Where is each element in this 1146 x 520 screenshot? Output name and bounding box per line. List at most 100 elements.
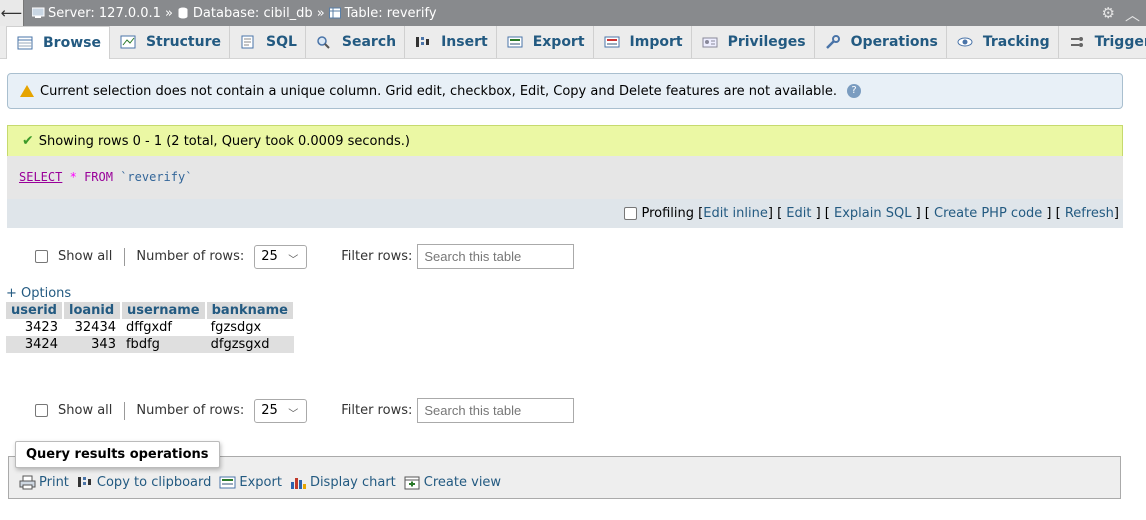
column-header-userid[interactable]: userid bbox=[6, 302, 64, 319]
show-all-label: Show all bbox=[58, 249, 113, 264]
tab-triggers[interactable]: Triggers bbox=[1059, 26, 1146, 58]
display-chart-link[interactable]: Display chart bbox=[290, 475, 396, 490]
tab-browse[interactable]: Browse bbox=[6, 26, 110, 59]
tab-label: Triggers bbox=[1094, 34, 1146, 50]
sql-star: * bbox=[69, 170, 77, 184]
operations-icon bbox=[825, 35, 840, 49]
breadcrumb-table[interactable]: Table: reverify bbox=[328, 6, 437, 21]
table-cell: 3423 bbox=[24, 320, 58, 335]
success-message: ✔ Showing rows 0 - 1 (2 total, Query too… bbox=[7, 125, 1123, 156]
profiling-checkbox[interactable] bbox=[624, 207, 638, 220]
query-results-operations-title: Query results operations bbox=[15, 441, 220, 468]
export-icon bbox=[507, 36, 523, 48]
help-icon[interactable]: ? bbox=[847, 84, 862, 98]
export-link[interactable]: Export bbox=[219, 475, 282, 490]
sql-query-display: SELECT * FROM `reverify` bbox=[7, 156, 1123, 199]
column-header-username[interactable]: username bbox=[120, 302, 207, 319]
export-icon bbox=[219, 476, 236, 489]
warning-icon bbox=[20, 85, 34, 97]
tab-search[interactable]: Search bbox=[306, 26, 406, 58]
explain-sql-link[interactable]: Explain SQL bbox=[834, 206, 911, 221]
options-toggle[interactable]: + Options bbox=[6, 286, 71, 301]
print-label: Print bbox=[39, 475, 69, 490]
column-header-loanid[interactable]: loanid bbox=[62, 302, 122, 319]
show-all-checkbox[interactable] bbox=[35, 250, 48, 263]
navigation-row-bottom: Show all Number of rows: 25 ﹀ Filter row… bbox=[35, 398, 575, 423]
number-of-rows-select[interactable]: 25 ﹀ bbox=[254, 244, 308, 269]
number-of-rows-label: Number of rows: bbox=[136, 249, 245, 264]
number-of-rows-select[interactable]: 25 ﹀ bbox=[254, 398, 308, 423]
insert-icon bbox=[416, 37, 430, 47]
privileges-icon bbox=[702, 37, 718, 48]
filter-rows-input[interactable] bbox=[417, 398, 575, 423]
table-cell: fgzsdgx bbox=[210, 320, 262, 335]
table-cell: dffgxdf bbox=[125, 320, 172, 335]
tab-insert[interactable]: Insert bbox=[405, 26, 497, 58]
breadcrumb-database[interactable]: Database: cibil_db bbox=[177, 6, 313, 21]
show-all-checkbox[interactable] bbox=[35, 404, 48, 417]
divider bbox=[124, 247, 126, 266]
breadcrumb-server-label: Server: 127.0.0.1 bbox=[48, 5, 161, 21]
create-view-label: Create view bbox=[423, 475, 502, 490]
breadcrumb-separator: » bbox=[164, 5, 173, 21]
sql-icon bbox=[241, 35, 254, 49]
create-view-icon bbox=[404, 476, 420, 490]
table-cell: 343 bbox=[62, 336, 121, 353]
show-all-label: Show all bbox=[58, 403, 113, 418]
breadcrumb-server[interactable]: Server: 127.0.0.1 bbox=[32, 6, 161, 21]
table-header-row: userid loanid username bankname bbox=[6, 302, 295, 319]
breadcrumb: Server: 127.0.0.1 » Database: cibil_db »… bbox=[24, 6, 437, 21]
print-link[interactable]: Print bbox=[19, 475, 69, 490]
create-php-code-link[interactable]: Create PHP code bbox=[934, 206, 1042, 221]
refresh-link[interactable]: Refresh bbox=[1065, 206, 1114, 221]
tab-label: Operations bbox=[850, 34, 938, 50]
chevron-down-icon: ﹀ bbox=[288, 254, 299, 266]
back-arrow-icon[interactable]: ⟵ bbox=[0, 0, 24, 26]
sql-keyword-select[interactable]: SELECT bbox=[19, 170, 62, 184]
tab-privileges[interactable]: Privileges bbox=[692, 26, 815, 58]
table-cell: 3424 bbox=[6, 336, 63, 353]
copy-to-clipboard-label: Copy to clipboard bbox=[96, 475, 212, 490]
breadcrumb-database-label: Database: cibil_db bbox=[192, 5, 313, 21]
top-bar: ⟵ Server: 127.0.0.1 » Database: cibil_db… bbox=[0, 0, 1146, 26]
results-table: userid loanid username bankname 3423 324… bbox=[6, 302, 295, 353]
browse-icon bbox=[17, 36, 33, 50]
edit-inline-link[interactable]: Edit inline bbox=[703, 206, 768, 221]
import-icon bbox=[604, 36, 620, 48]
printer-icon bbox=[19, 475, 36, 490]
tab-label: Import bbox=[629, 34, 683, 50]
tab-label: Insert bbox=[441, 34, 488, 50]
checkmark-icon: ✔ bbox=[22, 133, 34, 149]
filter-rows-label: Filter rows: bbox=[341, 249, 413, 264]
navigation-row-top: Show all Number of rows: 25 ﹀ Filter row… bbox=[35, 244, 575, 269]
table-cell: 32434 bbox=[74, 320, 116, 335]
tab-label: Tracking bbox=[982, 34, 1050, 50]
breadcrumb-separator: » bbox=[316, 5, 325, 21]
filter-rows-input[interactable] bbox=[417, 244, 575, 269]
table-cell: fbdfg bbox=[120, 336, 206, 353]
tab-label: Search bbox=[341, 34, 397, 50]
tab-import[interactable]: Import bbox=[594, 26, 692, 58]
database-icon bbox=[178, 7, 188, 19]
sql-keyword-from: FROM bbox=[84, 170, 113, 184]
tab-export[interactable]: Export bbox=[497, 26, 594, 58]
profiling-label: Profiling bbox=[641, 206, 695, 221]
column-header-bankname[interactable]: bankname bbox=[205, 302, 295, 319]
edit-link[interactable]: Edit bbox=[786, 206, 811, 221]
search-icon bbox=[317, 36, 330, 49]
tracking-icon bbox=[957, 37, 973, 47]
chevron-down-icon: ﹀ bbox=[288, 408, 299, 420]
tab-label: Privileges bbox=[727, 34, 806, 50]
settings-gear-icon[interactable]: ⚙ bbox=[1102, 4, 1115, 25]
collapse-icon[interactable]: ︿ bbox=[1125, 4, 1140, 25]
notice-box: Current selection does not contain a uni… bbox=[7, 73, 1123, 109]
copy-to-clipboard-link[interactable]: Copy to clipboard bbox=[77, 475, 211, 490]
table-icon bbox=[328, 7, 341, 19]
create-view-link[interactable]: Create view bbox=[404, 475, 501, 490]
tab-tracking[interactable]: Tracking bbox=[947, 26, 1059, 58]
number-of-rows-value: 25 bbox=[261, 403, 278, 418]
tab-sql[interactable]: SQL bbox=[230, 26, 306, 58]
structure-icon bbox=[120, 35, 136, 49]
tab-structure[interactable]: Structure bbox=[110, 26, 230, 58]
tab-operations[interactable]: Operations bbox=[815, 26, 947, 58]
